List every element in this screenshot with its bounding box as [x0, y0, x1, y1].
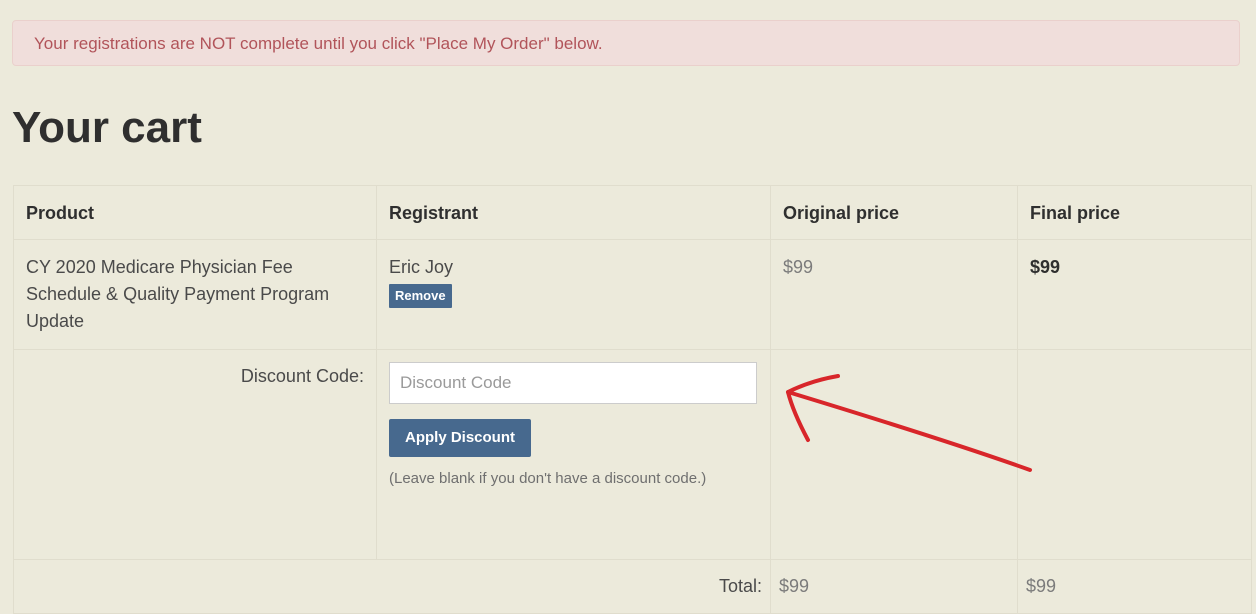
discount-code-cell: Apply Discount (Leave blank if you don't… — [376, 349, 771, 560]
total-label: Total: — [13, 559, 771, 614]
cart-table: Product Registrant Original price Final … — [13, 185, 1252, 614]
apply-discount-button[interactable]: Apply Discount — [389, 419, 532, 457]
column-header-product: Product — [13, 185, 377, 240]
cart-header-row: Product Registrant Original price Final … — [13, 185, 1252, 240]
discount-code-label: Discount Code: — [13, 349, 377, 560]
total-final-price: $99 — [1017, 559, 1252, 614]
alert-message: Your registrations are NOT complete unti… — [34, 34, 603, 53]
registrant-name: Eric Joy — [389, 257, 454, 277]
cart-item-original-price: $99 — [770, 239, 1018, 350]
column-header-final-price: Final price — [1017, 185, 1252, 240]
discount-row: Discount Code: Apply Discount (Leave bla… — [13, 349, 1252, 560]
total-row: Total: $99 $99 — [13, 559, 1252, 614]
cart-item-product: CY 2020 Medicare Physician Fee Schedule … — [13, 239, 377, 350]
discount-empty-cell-1 — [770, 349, 1018, 560]
page-title: Your cart — [12, 103, 202, 152]
column-header-registrant: Registrant — [376, 185, 771, 240]
cart-item-final-price: $99 — [1017, 239, 1252, 350]
discount-help-text: (Leave blank if you don't have a discoun… — [389, 470, 707, 487]
registration-warning-alert: Your registrations are NOT complete unti… — [12, 20, 1240, 66]
discount-empty-cell-2 — [1017, 349, 1252, 560]
column-header-original-price: Original price — [770, 185, 1018, 240]
cart-item-row: CY 2020 Medicare Physician Fee Schedule … — [13, 239, 1252, 350]
total-original-price: $99 — [770, 559, 1018, 614]
cart-item-registrant: Eric Joy Remove — [376, 239, 771, 350]
remove-button[interactable]: Remove — [389, 284, 452, 308]
discount-code-input[interactable] — [389, 362, 757, 404]
product-name: CY 2020 Medicare Physician Fee Schedule … — [26, 257, 330, 331]
